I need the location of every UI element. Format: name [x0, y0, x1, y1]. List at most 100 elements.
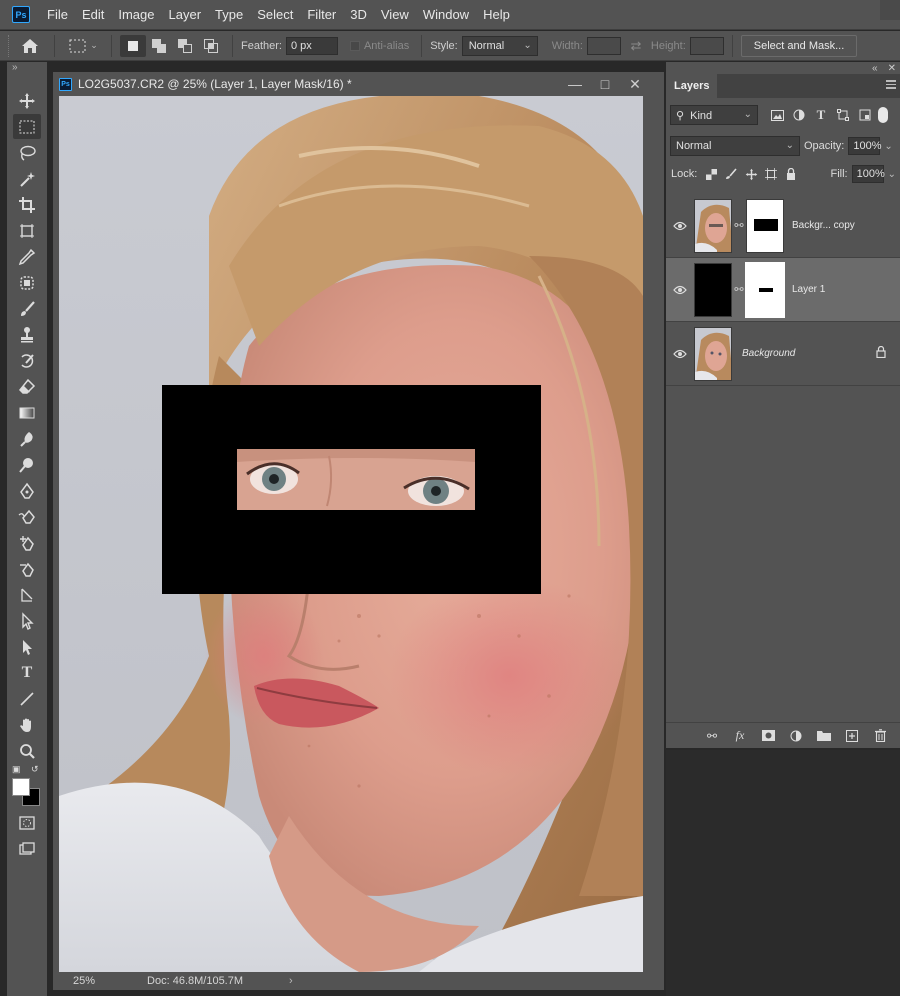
shape-layer-filter-icon[interactable] — [832, 105, 854, 125]
freeform-pen-tool-icon[interactable] — [13, 504, 41, 529]
intersect-selection-button[interactable] — [198, 35, 224, 57]
gradient-tool-icon[interactable] — [13, 400, 41, 425]
menu-3d[interactable]: 3D — [343, 0, 374, 30]
layer-name[interactable]: Backgr... copy — [792, 220, 855, 231]
adjustment-layer-filter-icon[interactable] — [788, 105, 810, 125]
quick-mask-icon[interactable] — [13, 810, 41, 835]
layer-thumbnail[interactable] — [694, 198, 732, 253]
add-to-selection-button[interactable] — [146, 35, 172, 57]
style-select[interactable]: Normal ⌄ — [461, 35, 538, 56]
menu-select[interactable]: Select — [250, 0, 300, 30]
link-chain-icon[interactable]: ⚯ — [732, 283, 746, 296]
clone-stamp-tool-icon[interactable] — [13, 322, 41, 347]
chevron-down-icon[interactable]: ⌄ — [888, 169, 896, 180]
hand-tool-icon[interactable] — [13, 712, 41, 737]
type-layer-filter-icon[interactable]: T — [810, 105, 832, 125]
menu-file[interactable]: File — [40, 0, 75, 30]
menu-edit[interactable]: Edit — [75, 0, 111, 30]
default-colors-icon[interactable]: ▣ — [12, 764, 21, 775]
new-layer-icon[interactable] — [840, 726, 864, 746]
marquee-preset-picker[interactable]: ⌄ — [63, 35, 103, 57]
height-input[interactable] — [689, 36, 724, 55]
tools-collapse-icon[interactable]: » — [7, 62, 47, 74]
eraser-tool-icon[interactable] — [13, 374, 41, 399]
layer-row-background-copy[interactable]: ⚯ Backgr... copy — [666, 194, 900, 258]
history-brush-tool-icon[interactable] — [13, 348, 41, 373]
delete-layer-trash-icon[interactable] — [868, 726, 892, 746]
add-anchor-point-tool-icon[interactable] — [13, 530, 41, 555]
maximize-icon[interactable]: □ — [590, 74, 620, 94]
brush-tool-icon[interactable] — [13, 296, 41, 321]
new-group-folder-icon[interactable] — [812, 726, 836, 746]
dodge-tool-icon[interactable] — [13, 452, 41, 477]
subtract-from-selection-button[interactable] — [172, 35, 198, 57]
eyedropper-tool-icon[interactable] — [13, 244, 41, 269]
status-menu-arrow-icon[interactable]: › — [289, 975, 293, 987]
add-mask-icon[interactable] — [756, 726, 780, 746]
direct-selection-tool-icon[interactable] — [13, 634, 41, 659]
vertical-scrollbar[interactable] — [648, 96, 664, 972]
pixel-layer-filter-icon[interactable] — [766, 105, 788, 125]
collapse-panels-icon[interactable]: « — [872, 63, 878, 74]
menu-layer[interactable]: Layer — [162, 0, 209, 30]
new-selection-button[interactable] — [120, 34, 146, 57]
zoom-level[interactable]: 25% — [73, 975, 95, 987]
layer-thumbnail[interactable] — [694, 326, 732, 381]
move-tool-icon[interactable] — [13, 88, 41, 113]
line-tool-icon[interactable] — [13, 686, 41, 711]
layer-mask-thumbnail[interactable] — [745, 261, 785, 318]
antialias-checkbox[interactable] — [349, 40, 360, 51]
swap-dimensions-icon[interactable]: ⇄ — [621, 35, 651, 57]
menu-filter[interactable]: Filter — [300, 0, 343, 30]
new-adjustment-layer-icon[interactable] — [784, 726, 808, 746]
menu-type[interactable]: Type — [208, 0, 250, 30]
magic-wand-tool-icon[interactable] — [13, 166, 41, 191]
panel-menu-icon[interactable] — [886, 80, 896, 89]
crop-tool-icon[interactable] — [13, 192, 41, 217]
layer-lock-icon[interactable] — [876, 345, 886, 361]
feather-input[interactable]: 0 px — [285, 36, 338, 55]
select-and-mask-button[interactable]: Select and Mask... — [740, 34, 858, 57]
menu-view[interactable]: View — [374, 0, 416, 30]
menu-window[interactable]: Window — [416, 0, 476, 30]
lock-image-pixels-icon[interactable] — [721, 164, 741, 184]
delete-anchor-point-tool-icon[interactable] — [13, 556, 41, 581]
layer-row-background[interactable]: Background — [666, 322, 900, 386]
link-chain-icon[interactable]: ⚯ — [732, 219, 746, 232]
layer-style-fx-icon[interactable]: fx — [728, 726, 752, 746]
visibility-eye-icon[interactable] — [666, 221, 694, 231]
minimize-icon[interactable]: — — [560, 74, 590, 94]
convert-point-tool-icon[interactable] — [13, 582, 41, 607]
swap-colors-icon[interactable]: ↺ — [31, 764, 39, 775]
close-panel-icon[interactable]: ✕ — [888, 63, 896, 74]
visibility-eye-icon[interactable] — [666, 349, 694, 359]
chevron-down-icon[interactable]: ⌄ — [884, 141, 892, 152]
opacity-input[interactable]: 100% — [848, 137, 882, 155]
menu-help[interactable]: Help — [476, 0, 517, 30]
lock-position-icon[interactable] — [741, 164, 761, 184]
visibility-eye-icon[interactable] — [666, 285, 694, 295]
rectangular-marquee-tool-icon[interactable] — [13, 114, 41, 139]
type-tool-icon[interactable]: T — [13, 660, 41, 685]
healing-brush-tool-icon[interactable] — [13, 270, 41, 295]
menu-image[interactable]: Image — [111, 0, 161, 30]
filter-toggle-switch[interactable] — [878, 107, 888, 123]
pen-tool-icon[interactable] — [13, 478, 41, 503]
image-canvas[interactable] — [59, 96, 643, 972]
lasso-tool-icon[interactable] — [13, 140, 41, 165]
filter-kind-select[interactable]: ⚲ Kind ⌄ — [670, 105, 758, 125]
lock-transparent-pixels-icon[interactable] — [701, 164, 721, 184]
layer-thumbnail[interactable] — [694, 262, 732, 317]
blur-tool-icon[interactable] — [13, 426, 41, 451]
layer-name[interactable]: Layer 1 — [792, 284, 825, 295]
frame-tool-icon[interactable] — [13, 218, 41, 243]
link-layers-icon[interactable]: ⚯ — [700, 726, 724, 746]
width-input[interactable] — [586, 36, 621, 55]
fill-input[interactable]: 100% — [851, 165, 885, 183]
blend-mode-select[interactable]: Normal ⌄ — [670, 136, 800, 156]
screen-mode-icon[interactable] — [13, 836, 41, 861]
layer-name[interactable]: Background — [742, 348, 795, 359]
layer-row-layer-1[interactable]: ⚯ Layer 1 — [666, 258, 900, 322]
close-icon[interactable]: ✕ — [620, 74, 650, 94]
lock-all-icon[interactable] — [781, 164, 801, 184]
